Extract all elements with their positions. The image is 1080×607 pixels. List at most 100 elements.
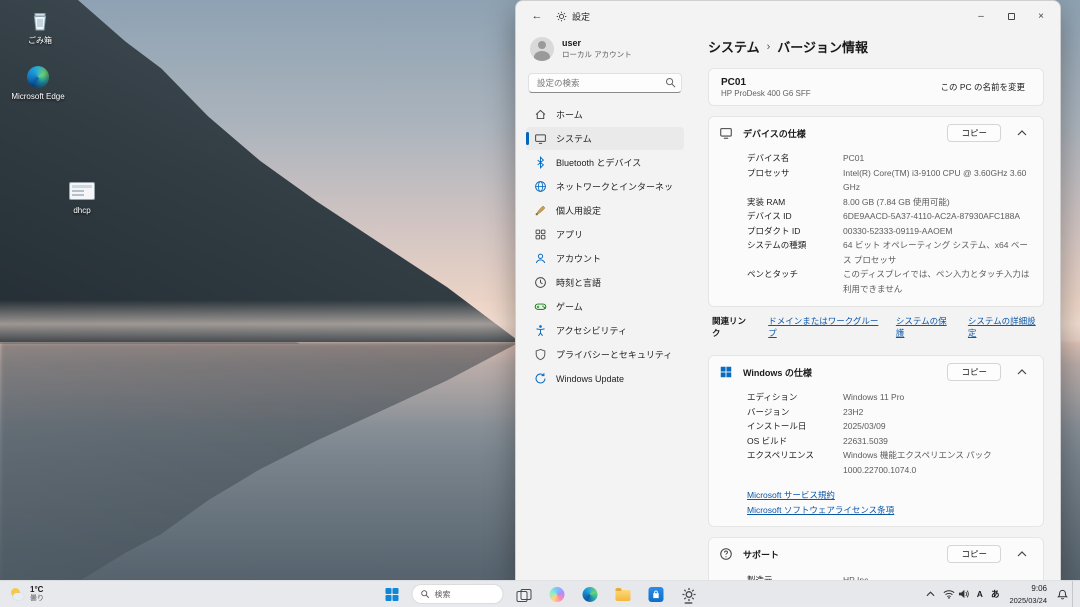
spec-row: 実装 RAM8.00 GB (7.84 GB 使用可能) (747, 195, 1033, 210)
desktop-icon-edge[interactable]: Microsoft Edge (8, 64, 68, 101)
spec-value: Windows 機能エクスペリエンス パック 1000.22700.1074.0 (843, 448, 1033, 477)
link-system-protection[interactable]: システムの保護 (896, 315, 952, 339)
support-collapse-chevron[interactable] (1011, 545, 1033, 563)
system-icon (534, 132, 547, 145)
widgets-weather-button[interactable]: 1°C 曇り (0, 581, 54, 607)
settings-search-input[interactable] (528, 73, 682, 93)
clock[interactable]: 9:06 2025/03/24 (1003, 583, 1053, 605)
taskbar-search[interactable] (412, 584, 504, 604)
taskbar-search-input[interactable] (435, 590, 495, 599)
close-button[interactable]: × (1026, 4, 1056, 28)
sidebar-item-network-internet[interactable]: ネットワークとインターネット (526, 175, 684, 198)
page-title: バージョン情報 (777, 37, 868, 56)
support-copy-button[interactable]: コピー (947, 545, 1001, 563)
device-spec-collapse-chevron[interactable] (1011, 124, 1033, 142)
show-desktop-button[interactable] (1072, 581, 1076, 607)
sidebar-item-personalization[interactable]: 個人用設定 (526, 199, 684, 222)
support-header[interactable]: サポート コピー (709, 538, 1043, 570)
tray-overflow-chevron[interactable] (922, 583, 939, 605)
bluetooth-icon (534, 156, 547, 169)
back-button[interactable]: ← (526, 6, 548, 26)
spec-value: PC01 (843, 151, 1033, 166)
spec-label: インストール日 (747, 419, 843, 434)
windows-spec-card: Windows の仕様 コピー エディションWindows 11 Pro バージ… (708, 355, 1044, 527)
spec-label: 実装 RAM (747, 195, 843, 210)
store-button[interactable] (643, 583, 669, 605)
windows-spec-header[interactable]: Windows の仕様 コピー (709, 356, 1043, 388)
spec-value: 64 ビット オペレーティング システム、x64 ベース プロセッサ (843, 238, 1033, 267)
sidebar-item-home[interactable]: ホーム (526, 103, 684, 126)
sidebar-item-system[interactable]: システム (526, 127, 684, 150)
sidebar-item-apps[interactable]: アプリ (526, 223, 684, 246)
bell-icon (1057, 589, 1068, 600)
sidebar-item-label: Windows Update (556, 374, 624, 384)
sidebar-item-label: ホーム (556, 108, 583, 121)
ime-mode-kana[interactable]: あ (987, 583, 1004, 605)
device-spec-copy-button[interactable]: コピー (947, 124, 1001, 142)
rename-pc-button[interactable]: この PC の名前を変更 (934, 78, 1031, 96)
copilot-icon (549, 587, 564, 602)
spec-label: OS ビルド (747, 434, 843, 449)
windows-logo-icon (719, 365, 733, 379)
link-software-license[interactable]: Microsoft ソフトウェアライセンス条項 (747, 504, 894, 516)
desktop-icon-label: ごみ箱 (10, 36, 70, 45)
windows-spec-copy-button[interactable]: コピー (947, 363, 1001, 381)
link-advanced-system-settings[interactable]: システムの詳細設定 (968, 315, 1040, 339)
desktop-icon-dhcp[interactable]: dhcp (52, 178, 112, 215)
weather-icon (10, 587, 25, 602)
desktop-icon-recycle-bin[interactable]: ごみ箱 (10, 8, 70, 45)
accessibility-icon (534, 324, 547, 337)
recycle-bin-icon (27, 8, 53, 34)
maximize-button[interactable] (996, 4, 1026, 28)
minimize-button[interactable]: – (966, 4, 996, 28)
task-view-icon (517, 589, 531, 600)
spec-value: Intel(R) Core(TM) i3-9100 CPU @ 3.60GHz … (843, 166, 1033, 195)
sidebar-item-privacy-security[interactable]: プライバシーとセキュリティ (526, 343, 684, 366)
link-domain-workgroup[interactable]: ドメインまたはワークグループ (768, 315, 880, 339)
settings-gear-icon (681, 587, 696, 602)
sidebar-item-label: システム (556, 132, 592, 145)
start-button[interactable] (379, 583, 405, 605)
tray-time: 9:06 (1031, 584, 1047, 593)
window-title-group: 設定 (556, 10, 590, 23)
edge-icon (582, 587, 597, 602)
spec-label: プロセッサ (747, 166, 843, 195)
device-spec-title: デバイスの仕様 (743, 127, 806, 140)
account-profile[interactable]: user ローカル アカウント (526, 33, 684, 71)
desktop-icon-label: Microsoft Edge (8, 92, 68, 101)
spec-row: デバイス ID6DE9AACD-5A37-4110-AC2A-87930AFC1… (747, 209, 1033, 224)
file-explorer-button[interactable] (610, 583, 636, 605)
sidebar-item-label: 時刻と言語 (556, 276, 601, 289)
sidebar-item-accounts[interactable]: アカウント (526, 247, 684, 270)
sidebar-item-gaming[interactable]: ゲーム (526, 295, 684, 318)
windows-spec-links: Microsoft サービス規約 Microsoft ソフトウェアライセンス条項 (709, 487, 1043, 526)
sidebar-item-time-language[interactable]: 時刻と言語 (526, 271, 684, 294)
device-spec-header[interactable]: デバイスの仕様 コピー (709, 117, 1043, 149)
breadcrumb-system[interactable]: システム (708, 37, 760, 56)
clock-icon (534, 276, 547, 289)
weather-temp: 1°C (30, 585, 44, 594)
support-card: サポート コピー 製造元HP Inc. Web サイトオンライン サポート (708, 537, 1044, 581)
ime-mode-latin[interactable]: A (973, 583, 987, 605)
sidebar-item-label: Bluetooth とデバイス (556, 156, 641, 169)
device-spec-card: デバイスの仕様 コピー デバイス名PC01 プロセッサIntel(R) Core… (708, 116, 1044, 307)
edge-taskbar-button[interactable] (577, 583, 603, 605)
store-icon (648, 587, 663, 602)
network-volume-group[interactable] (939, 583, 973, 605)
task-view-button[interactable] (511, 583, 537, 605)
apps-icon (534, 228, 547, 241)
spec-label: デバイス ID (747, 209, 843, 224)
sidebar-item-bluetooth-devices[interactable]: Bluetooth とデバイス (526, 151, 684, 174)
windows-spec-collapse-chevron[interactable] (1011, 363, 1033, 381)
link-services-agreement[interactable]: Microsoft サービス規約 (747, 489, 835, 501)
copilot-button[interactable] (544, 583, 570, 605)
notification-bell-button[interactable] (1053, 583, 1072, 605)
settings-taskbar-button[interactable] (676, 583, 702, 605)
sidebar-item-windows-update[interactable]: Windows Update (526, 367, 684, 390)
taskbar-center (379, 581, 702, 607)
sidebar-item-accessibility[interactable]: アクセシビリティ (526, 319, 684, 342)
support-question-icon (719, 547, 733, 561)
sidebar-item-label: ゲーム (556, 300, 583, 313)
spec-row: システムの種類64 ビット オペレーティング システム、x64 ベース プロセッ… (747, 238, 1033, 267)
related-links-label: 関連リンク (712, 315, 752, 339)
